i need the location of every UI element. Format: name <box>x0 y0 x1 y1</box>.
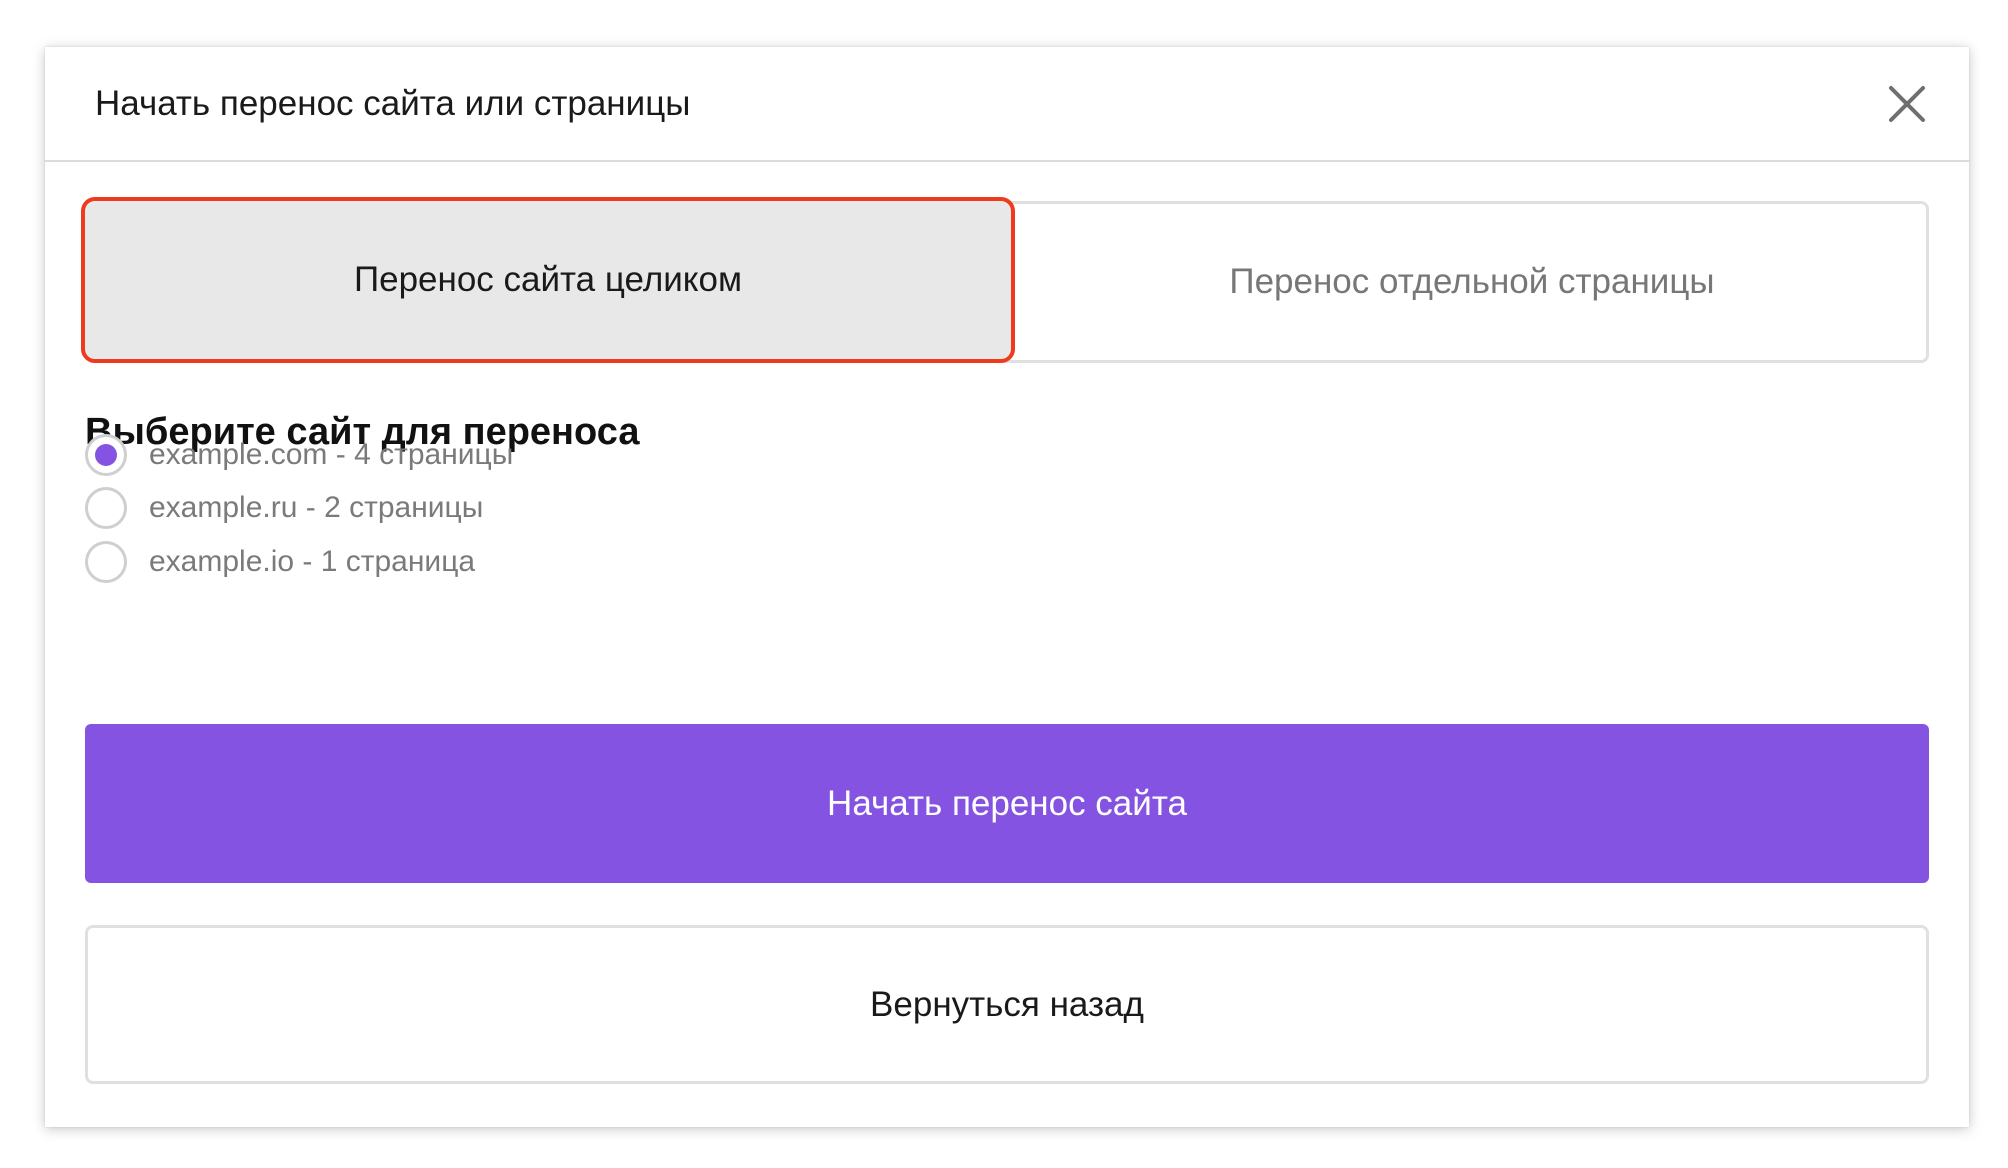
site-option-example-io[interactable]: example.io - 1 страница <box>85 537 475 587</box>
back-button[interactable]: Вернуться назад <box>85 925 1929 1084</box>
radio-button[interactable] <box>85 541 127 583</box>
tab-whole-site[interactable]: Перенос сайта целиком <box>81 197 1015 363</box>
radio-button[interactable] <box>85 487 127 529</box>
site-option-example-ru[interactable]: example.ru - 2 страницы <box>85 483 483 533</box>
close-button[interactable] <box>1885 82 1929 126</box>
radio-button-checked[interactable] <box>85 434 127 476</box>
tab-single-page[interactable]: Перенос отдельной страницы <box>1015 201 1929 363</box>
migration-type-tabs: Перенос отдельной страницы Перенос сайта… <box>81 197 1929 363</box>
close-icon <box>1889 86 1925 122</box>
dialog-header: Начать перенос сайта или страницы <box>45 47 1969 162</box>
site-option-label: example.ru - 2 страницы <box>149 491 484 524</box>
site-option-label: example.com - 4 страницы <box>149 438 514 471</box>
site-option-example-com[interactable]: example.com - 4 страницы <box>85 430 513 480</box>
migration-dialog: Начать перенос сайта или страницы Перено… <box>45 47 1969 1127</box>
dialog-title: Начать перенос сайта или страницы <box>95 84 691 123</box>
start-migration-button[interactable]: Начать перенос сайта <box>85 724 1929 883</box>
site-option-label: example.io - 1 страница <box>149 545 476 578</box>
